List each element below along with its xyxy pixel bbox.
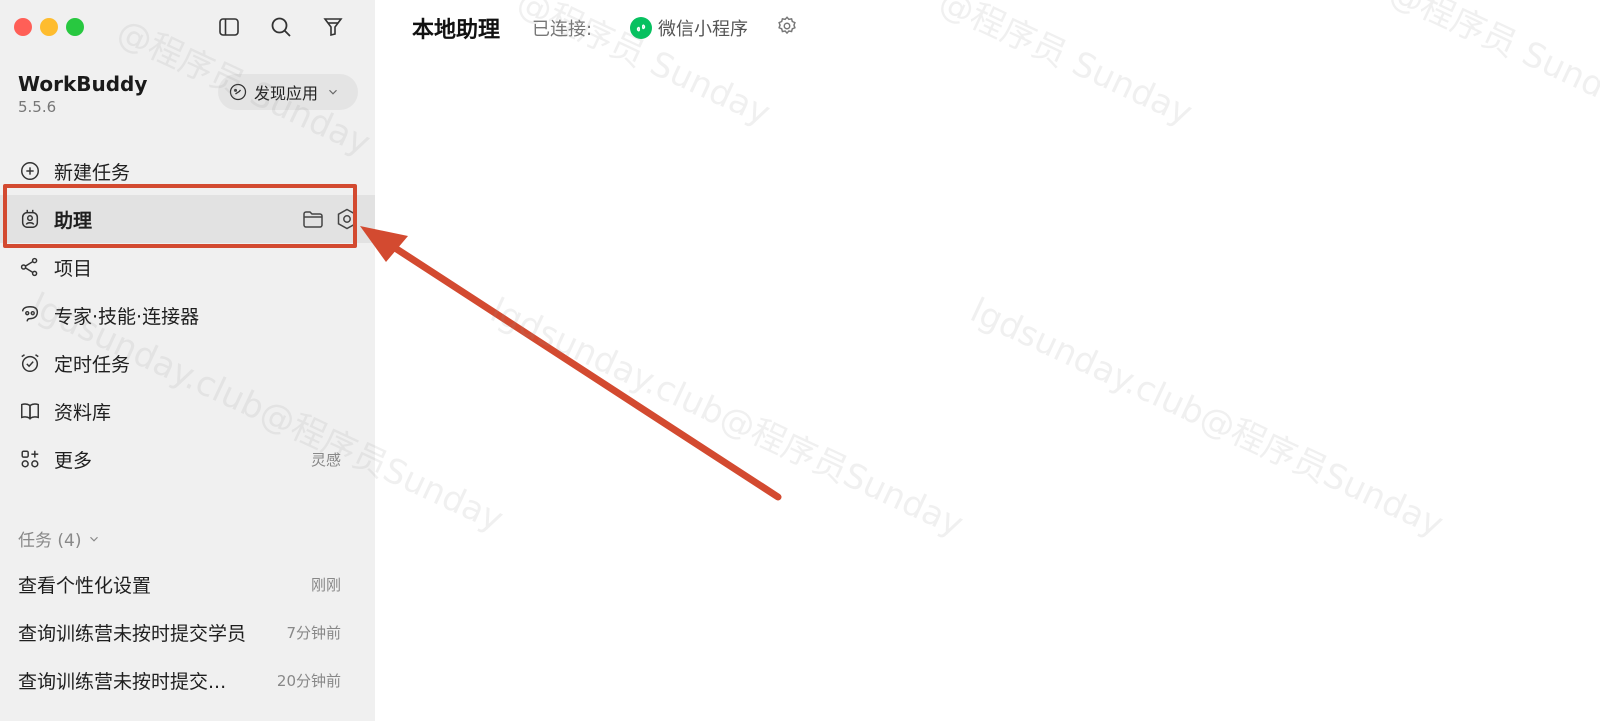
main-panel: [375, 0, 1600, 721]
task-title: 查询训练营未按时提交...: [18, 670, 227, 693]
nav-item-label: 资料库: [54, 401, 112, 424]
task-row[interactable]: 查看个性化设置 刚刚: [0, 560, 375, 608]
nav-item-label: 项目: [54, 257, 93, 280]
nav-item-label: 助理: [54, 209, 93, 232]
nav-item-new-task[interactable]: 新建任务: [0, 147, 375, 195]
sidebar: WorkBuddy 5.5.6 发现应用 新建任务 助理 项目 专家·技能·连接…: [0, 0, 375, 721]
alarm-clock-icon: [18, 351, 42, 375]
task-list: 查看个性化设置 刚刚 查询训练营未按时提交学员 7分钟前 查询训练营未按时提交.…: [0, 560, 375, 704]
inspiration-label[interactable]: 灵感: [311, 449, 341, 470]
nav-item-experts[interactable]: 专家·技能·连接器: [0, 291, 375, 339]
nav-item-label: 定时任务: [54, 353, 131, 376]
nav-item-scheduled-tasks[interactable]: 定时任务: [0, 339, 375, 387]
wechat-miniprogram-connection[interactable]: 微信小程序: [630, 15, 748, 41]
task-time: 刚刚: [310, 575, 341, 594]
filter-icon[interactable]: [316, 13, 350, 41]
sidebar-toolbar: [212, 13, 350, 41]
expert-icon: [18, 303, 42, 327]
nav-item-label: 专家·技能·连接器: [54, 305, 200, 328]
discover-apps-label: 发现应用: [254, 84, 319, 103]
miniprogram-label: 微信小程序: [658, 19, 748, 40]
zoom-window-button[interactable]: [66, 18, 84, 36]
apps-icon: [18, 447, 42, 471]
assistant-icon: [18, 207, 42, 231]
page-title: 本地助理: [412, 18, 501, 43]
tasks-header-label: 任务 (4): [18, 531, 82, 551]
plus-circle-icon: [18, 159, 42, 183]
task-title: 查询训练营未按时提交学员: [18, 622, 247, 645]
nav-item-label: 更多: [54, 449, 93, 472]
toggle-sidebar-icon[interactable]: [212, 13, 246, 41]
chevron-down-icon: [90, 536, 99, 542]
tasks-section-header[interactable]: 任务 (4): [18, 526, 101, 551]
folder-icon[interactable]: [301, 207, 325, 231]
app-version: 5.5.6: [18, 98, 57, 116]
search-icon[interactable]: [264, 13, 298, 41]
settings-hex-icon[interactable]: [335, 207, 359, 231]
connected-label: 已连接:: [532, 19, 593, 40]
chevron-down-icon: [329, 89, 337, 95]
assistant-actions: [301, 207, 359, 231]
task-row[interactable]: 查询训练营未按时提交... 20分钟前: [0, 656, 375, 704]
close-window-button[interactable]: [14, 18, 32, 36]
sidebar-nav: 新建任务 助理 项目 专家·技能·连接器 定时任务 资料库 更多 灵感: [0, 147, 375, 483]
project-icon: [18, 255, 42, 279]
nav-item-more[interactable]: 更多 灵感: [0, 435, 375, 483]
window-controls: [14, 18, 84, 36]
app-store-icon: [229, 83, 247, 101]
nav-item-assistant[interactable]: 助理: [0, 195, 375, 243]
discover-apps-button[interactable]: 发现应用: [218, 74, 358, 110]
minimize-window-button[interactable]: [40, 18, 58, 36]
wechat-miniprogram-icon: [630, 17, 652, 39]
task-time: 7分钟前: [286, 623, 341, 642]
app-name: WorkBuddy: [18, 72, 148, 96]
nav-item-projects[interactable]: 项目: [0, 243, 375, 291]
nav-item-library[interactable]: 资料库: [0, 387, 375, 435]
task-row[interactable]: 查询训练营未按时提交学员 7分钟前: [0, 608, 375, 656]
task-title: 查看个性化设置: [18, 574, 152, 597]
nav-item-label: 新建任务: [54, 161, 131, 184]
book-icon: [18, 399, 42, 423]
task-time: 20分钟前: [276, 671, 341, 690]
gear-icon[interactable]: [776, 15, 798, 37]
